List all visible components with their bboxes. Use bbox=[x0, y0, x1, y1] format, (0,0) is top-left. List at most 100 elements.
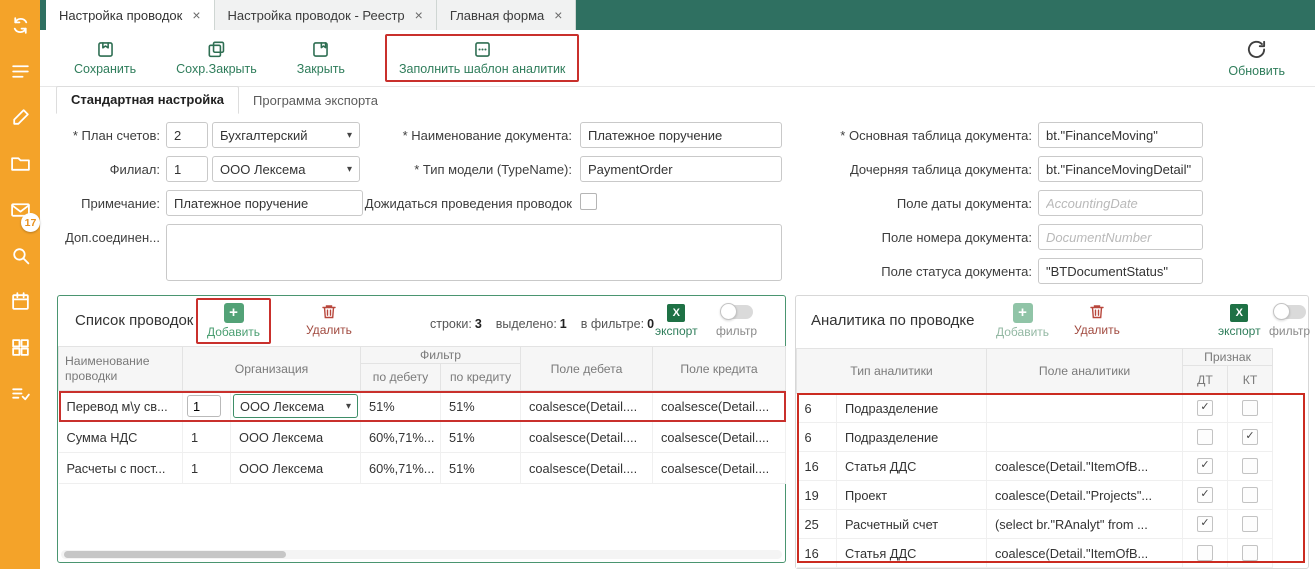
sync-icon[interactable] bbox=[9, 14, 31, 36]
cell-credit-filter[interactable]: 51% bbox=[441, 422, 521, 453]
cell-org-code[interactable]: 1 bbox=[183, 453, 231, 484]
tab-export-program[interactable]: Программа экспорта bbox=[239, 88, 392, 114]
table-row-selected[interactable]: Перевод м\у св... ООО Лексема ▾ 51% 51% … bbox=[59, 391, 786, 422]
col-header-by-debit[interactable]: по дебету bbox=[361, 364, 441, 391]
cell-field[interactable] bbox=[987, 423, 1183, 452]
cell-type[interactable]: Подразделение bbox=[837, 423, 987, 452]
table-row[interactable]: 16 Статья ДДС coalesce(Detail."ItemOfB..… bbox=[797, 452, 1273, 481]
date-field-input[interactable] bbox=[1038, 190, 1203, 216]
kt-checkbox[interactable] bbox=[1242, 545, 1258, 561]
save-close-button[interactable]: Сохр.Закрыть bbox=[176, 40, 257, 76]
fill-template-button[interactable]: Заполнить шаблон аналитик bbox=[399, 40, 565, 76]
delete-row-button[interactable]: Удалить bbox=[306, 303, 352, 337]
cell-type[interactable]: Подразделение bbox=[837, 394, 987, 423]
cell-type[interactable]: Расчетный счет bbox=[837, 510, 987, 539]
table-row[interactable]: 6 Подразделение ✓ bbox=[797, 423, 1273, 452]
cell-credit-field[interactable]: coalsesce(Detail.... bbox=[653, 391, 786, 422]
mail-icon[interactable]: 17 bbox=[9, 198, 31, 220]
branch-code-input[interactable] bbox=[166, 156, 208, 182]
table-row[interactable]: 25 Расчетный счет (select br."RAnalyt" f… bbox=[797, 510, 1273, 539]
table-row[interactable]: Сумма НДС 1 ООО Лексема 60%,71%... 51% c… bbox=[59, 422, 786, 453]
cell-org[interactable]: ООО Лексема bbox=[231, 422, 361, 453]
table-row[interactable]: 6 Подразделение ✓ bbox=[797, 394, 1273, 423]
list-icon[interactable] bbox=[9, 60, 31, 82]
col-header-credit-field[interactable]: Поле кредита bbox=[653, 347, 786, 391]
dt-checkbox[interactable]: ✓ bbox=[1197, 516, 1213, 532]
cell-type[interactable]: Статья ДДС bbox=[837, 539, 987, 568]
cell-type-code[interactable]: 19 bbox=[797, 481, 837, 510]
cell-name[interactable]: Сумма НДС bbox=[59, 422, 183, 453]
horizontal-scrollbar[interactable] bbox=[61, 550, 782, 559]
kt-checkbox[interactable] bbox=[1242, 516, 1258, 532]
type-name-input[interactable] bbox=[580, 156, 782, 182]
calendar-icon[interactable] bbox=[9, 290, 31, 312]
child-table-input[interactable] bbox=[1038, 156, 1203, 182]
cell-debit-filter[interactable]: 60%,71%... bbox=[361, 453, 441, 484]
col-header-name[interactable]: Наименование проводки bbox=[59, 347, 183, 391]
cell-type-code[interactable]: 6 bbox=[797, 423, 837, 452]
dt-checkbox[interactable] bbox=[1197, 429, 1213, 445]
cell-name[interactable]: Перевод м\у св... bbox=[59, 391, 183, 422]
dt-checkbox[interactable]: ✓ bbox=[1197, 458, 1213, 474]
export-excel-button[interactable]: X экспорт bbox=[1218, 304, 1261, 338]
export-excel-button[interactable]: X экспорт bbox=[655, 304, 698, 338]
close-icon[interactable]: × bbox=[192, 8, 200, 22]
cell-type[interactable]: Проект bbox=[837, 481, 987, 510]
col-header-filter[interactable]: Фильтр bbox=[361, 347, 521, 364]
cell-credit-filter[interactable]: 51% bbox=[441, 391, 521, 422]
plan-code-input[interactable] bbox=[166, 122, 208, 148]
cell-debit-field[interactable]: coalsesce(Detail.... bbox=[521, 453, 653, 484]
plan-select[interactable]: Бухгалтерский ▾ bbox=[212, 122, 360, 148]
col-header-dt[interactable]: ДТ bbox=[1183, 366, 1228, 394]
filter-toggle[interactable]: фильтр bbox=[1269, 301, 1310, 338]
cell-field[interactable]: coalesce(Detail."Projects"... bbox=[987, 481, 1183, 510]
cell-field[interactable] bbox=[987, 394, 1183, 423]
search-icon[interactable] bbox=[9, 244, 31, 266]
col-header-org[interactable]: Организация bbox=[183, 347, 361, 391]
save-button[interactable]: Сохранить bbox=[74, 40, 136, 76]
refresh-button[interactable]: Обновить bbox=[1228, 38, 1285, 78]
dt-checkbox[interactable]: ✓ bbox=[1197, 487, 1213, 503]
col-header-sign[interactable]: Признак bbox=[1183, 349, 1273, 366]
table-row[interactable]: 16 Статья ДДС coalesce(Detail."ItemOfB..… bbox=[797, 539, 1273, 568]
cell-type-code[interactable]: 16 bbox=[797, 539, 837, 568]
cell-type-code[interactable]: 6 bbox=[797, 394, 837, 423]
cell-debit-field[interactable]: coalsesce(Detail.... bbox=[521, 391, 653, 422]
cell-debit-filter[interactable]: 51% bbox=[361, 391, 441, 422]
cell-credit-filter[interactable]: 51% bbox=[441, 453, 521, 484]
col-header-by-credit[interactable]: по кредиту bbox=[441, 364, 521, 391]
wait-posting-checkbox[interactable] bbox=[580, 193, 597, 210]
close-icon[interactable]: × bbox=[554, 8, 562, 22]
cell-field[interactable]: coalesce(Detail."ItemOfB... bbox=[987, 539, 1183, 568]
cell-credit-field[interactable]: coalsesce(Detail.... bbox=[653, 422, 786, 453]
filter-toggle[interactable]: фильтр bbox=[716, 301, 757, 338]
cell-debit-field[interactable]: coalsesce(Detail.... bbox=[521, 422, 653, 453]
cell-credit-field[interactable]: coalsesce(Detail.... bbox=[653, 453, 786, 484]
status-field-input[interactable] bbox=[1038, 258, 1203, 284]
cell-org[interactable]: ООО Лексема bbox=[231, 453, 361, 484]
folder-icon[interactable] bbox=[9, 152, 31, 174]
col-header-debit-field[interactable]: Поле дебета bbox=[521, 347, 653, 391]
cell-debit-filter[interactable]: 60%,71%... bbox=[361, 422, 441, 453]
cell-type-code[interactable]: 16 bbox=[797, 452, 837, 481]
tab-nastroyka-provodok-reestr[interactable]: Настройка проводок - Реестр × bbox=[215, 0, 437, 30]
close-icon[interactable]: × bbox=[415, 8, 423, 22]
extra-connection-textarea[interactable] bbox=[166, 224, 782, 281]
cell-field[interactable]: coalesce(Detail."ItemOfB... bbox=[987, 452, 1183, 481]
apps-grid-icon[interactable] bbox=[9, 336, 31, 358]
col-header-analytics-type[interactable]: Тип аналитики bbox=[797, 349, 987, 394]
cell-type[interactable]: Статья ДДС bbox=[837, 452, 987, 481]
cell-field[interactable]: (select br."RAnalyt" from ... bbox=[987, 510, 1183, 539]
table-row[interactable]: Расчеты с пост... 1 ООО Лексема 60%,71%.… bbox=[59, 453, 786, 484]
tab-nastroyka-provodok[interactable]: Настройка проводок × bbox=[46, 0, 215, 30]
kt-checkbox[interactable] bbox=[1242, 458, 1258, 474]
tab-glavnaya-forma[interactable]: Главная форма × bbox=[437, 0, 577, 30]
doc-name-input[interactable] bbox=[580, 122, 782, 148]
edit-pencil-icon[interactable] bbox=[9, 106, 31, 128]
close-button[interactable]: Закрыть bbox=[297, 40, 345, 76]
tasks-check-icon[interactable] bbox=[9, 382, 31, 404]
kt-checkbox[interactable]: ✓ bbox=[1242, 429, 1258, 445]
org-select[interactable]: ООО Лексема ▾ bbox=[233, 394, 358, 418]
main-table-input[interactable] bbox=[1038, 122, 1203, 148]
cell-name[interactable]: Расчеты с пост... bbox=[59, 453, 183, 484]
